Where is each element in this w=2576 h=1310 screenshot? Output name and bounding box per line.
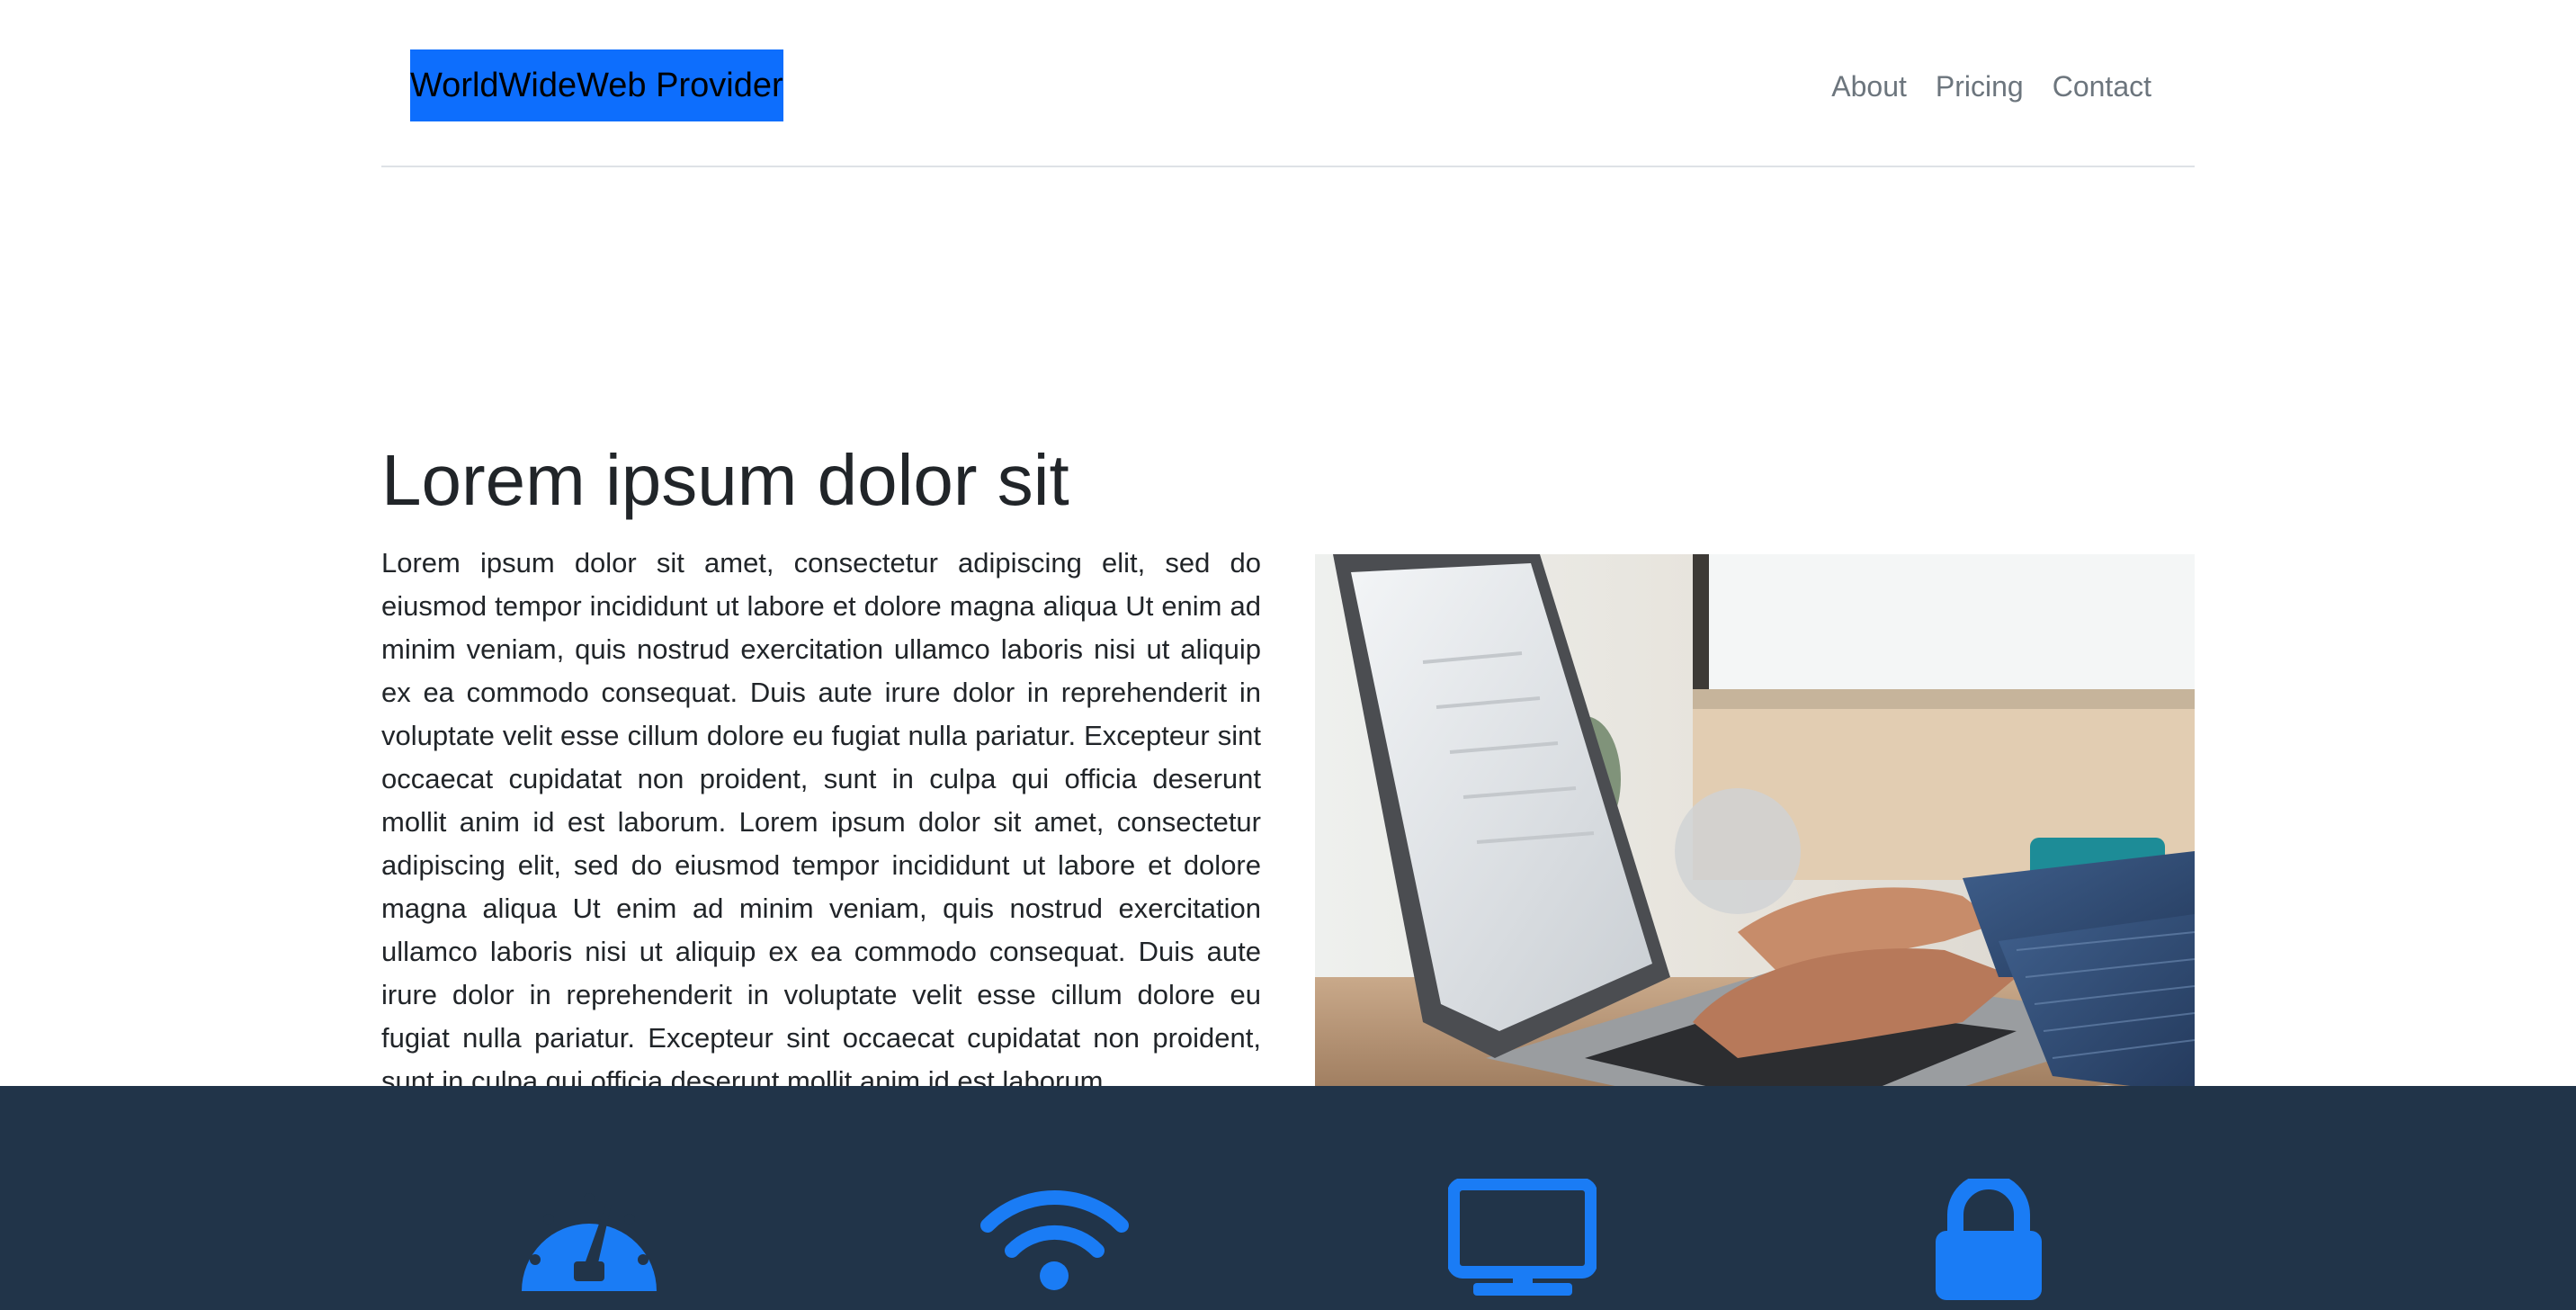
wifi-icon <box>980 1179 1129 1300</box>
hero-section: Lorem ipsum dolor sit Lorem ipsum dolor … <box>381 167 2195 1141</box>
laptop-photo-illustration <box>1315 554 2195 1141</box>
features-band <box>0 1086 2576 1310</box>
hero-title: Lorem ipsum dolor sit <box>381 440 1069 520</box>
site-header: WorldWideWeb Provider About Pricing Cont… <box>381 0 2195 167</box>
page-container: WorldWideWeb Provider About Pricing Cont… <box>381 0 2195 1141</box>
nav-link-about[interactable]: About <box>1831 61 1907 112</box>
lock-icon <box>1936 1173 2042 1305</box>
hero-laptop-image <box>1315 554 2195 1141</box>
nav-link-contact[interactable]: Contact <box>2053 61 2151 112</box>
speedometer-icon <box>522 1179 657 1300</box>
main-nav: About Pricing Contact <box>1831 61 2151 112</box>
brand-logo-link[interactable]: WorldWideWeb Provider <box>410 49 783 121</box>
monitor-icon <box>1447 1178 1597 1300</box>
hero-body-text: Lorem ipsum dolor sit amet, consectetur … <box>381 547 1261 1097</box>
nav-link-pricing[interactable]: Pricing <box>1936 61 2024 112</box>
